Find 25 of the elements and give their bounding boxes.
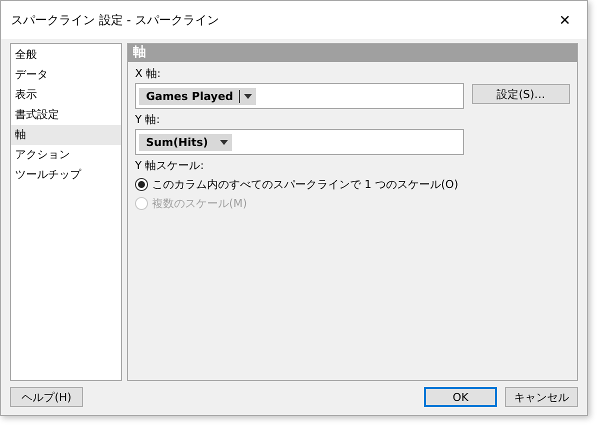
caret-icon: [244, 94, 252, 98]
sidebar-item[interactable]: アクション: [11, 145, 121, 165]
help-button[interactable]: ヘルプ(H): [10, 387, 83, 407]
sidebar-item[interactable]: 書式設定: [11, 105, 121, 125]
field-pill[interactable]: Games Played: [139, 88, 256, 104]
close-button[interactable]: ✕: [543, 1, 587, 39]
radio-label[interactable]: このカラム内のすべてのスパークラインで 1 つのスケール(O): [152, 177, 458, 192]
ok-button[interactable]: OK: [424, 387, 497, 407]
x-axis-field[interactable]: Games Played: [135, 83, 464, 109]
field-label: X 軸:: [135, 66, 161, 81]
settings-button[interactable]: 設定(S)…: [472, 84, 570, 104]
sidebar-item[interactable]: ツールチップ: [11, 165, 121, 185]
sidebar-item[interactable]: 軸: [11, 125, 121, 145]
panel-title: 軸: [128, 44, 577, 62]
sidebar-item[interactable]: データ: [11, 65, 121, 85]
y-axis-field[interactable]: Sum(Hits): [135, 129, 464, 155]
window-title: スパークライン 設定 - スパークライン: [11, 12, 220, 28]
cancel-button[interactable]: キャンセル: [505, 387, 578, 407]
sidebar-item[interactable]: 表示: [11, 85, 121, 105]
sidebar-item[interactable]: 全般: [11, 45, 121, 65]
caret-icon: [220, 140, 228, 144]
field-pill[interactable]: Sum(Hits): [139, 134, 232, 150]
radio-button[interactable]: [135, 178, 148, 191]
field-label: Y 軸:: [135, 112, 160, 127]
section-label: Y 軸スケール:: [135, 158, 204, 173]
